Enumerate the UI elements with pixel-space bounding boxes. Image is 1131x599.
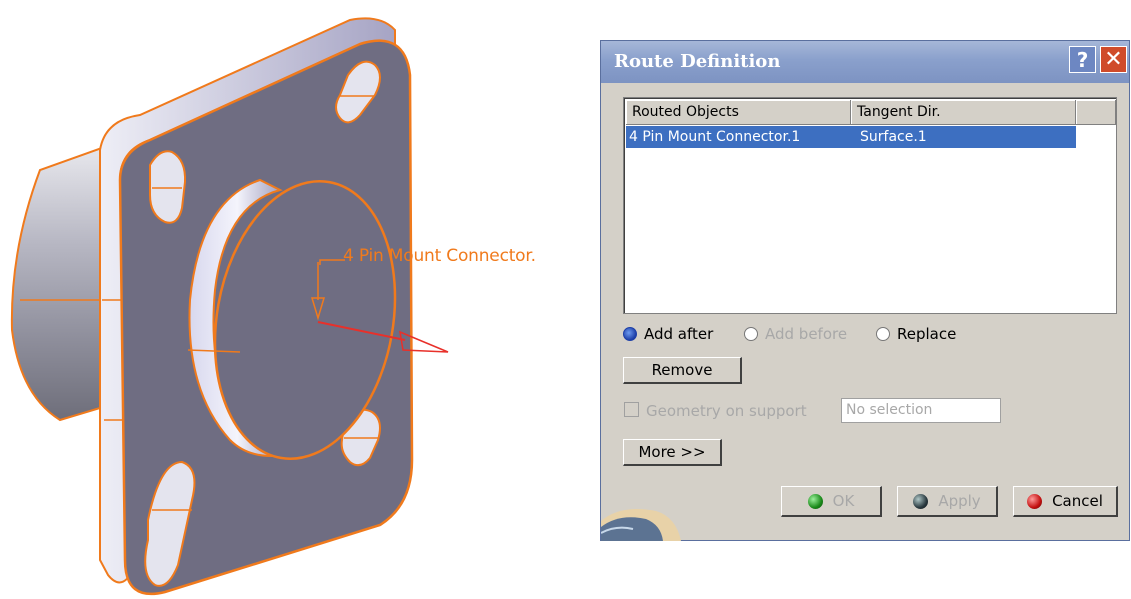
column-header-routed-objects[interactable]: Routed Objects: [626, 100, 851, 125]
column-header-tangent-dir[interactable]: Tangent Dir.: [851, 100, 1076, 125]
more-button[interactable]: More >>: [623, 439, 722, 466]
cancel-label: Cancel: [1052, 492, 1103, 510]
dialog-title: Route Definition: [614, 51, 781, 72]
ok-status-icon: [807, 493, 823, 509]
close-button[interactable]: ✕: [1100, 46, 1127, 73]
geometry-on-support-label: Geometry on support: [646, 402, 807, 420]
geometry-selection-field[interactable]: No selection: [841, 398, 1001, 423]
add-before-label: Add before: [765, 325, 848, 343]
add-before-radio[interactable]: Add before: [744, 325, 847, 343]
geometry-on-support-checkbox[interactable]: [624, 402, 639, 417]
ok-label: OK: [832, 492, 855, 510]
radio-unchecked-icon: [876, 327, 890, 341]
add-after-radio[interactable]: Add after: [623, 325, 713, 343]
radio-unchecked-icon: [744, 327, 758, 341]
replace-label: Replace: [897, 325, 957, 343]
cell-routed-object: 4 Pin Mount Connector.1: [629, 129, 801, 145]
cancel-button[interactable]: Cancel: [1013, 486, 1118, 517]
radio-checked-icon: [623, 327, 637, 341]
back-cylinder: [10, 143, 111, 422]
column-header-filler: [1076, 100, 1116, 125]
apply-button[interactable]: Apply: [897, 486, 998, 517]
remove-button[interactable]: Remove: [623, 357, 742, 384]
connector-part-model[interactable]: [0, 0, 600, 599]
add-after-label: Add after: [644, 325, 714, 343]
route-definition-dialog: Route Definition ? ✕ Routed Objects Tang…: [600, 40, 1130, 541]
routed-objects-table[interactable]: Routed Objects Tangent Dir. 4 Pin Mount …: [623, 97, 1117, 314]
app-logo-swoosh: [601, 508, 681, 541]
apply-label: Apply: [938, 492, 981, 510]
3d-viewport[interactable]: 4 Pin Mount Connector.: [0, 0, 600, 599]
table-row[interactable]: 4 Pin Mount Connector.1 Surface.1: [626, 126, 1076, 148]
ok-button[interactable]: OK: [781, 486, 882, 517]
replace-radio[interactable]: Replace: [876, 325, 956, 343]
help-button[interactable]: ?: [1069, 46, 1096, 73]
cancel-status-icon: [1027, 493, 1043, 509]
apply-status-icon: [913, 493, 929, 509]
dialog-titlebar[interactable]: Route Definition ? ✕: [601, 41, 1129, 83]
connector-annotation-label: 4 Pin Mount Connector.: [343, 246, 536, 266]
cell-tangent-dir: Surface.1: [860, 129, 927, 145]
